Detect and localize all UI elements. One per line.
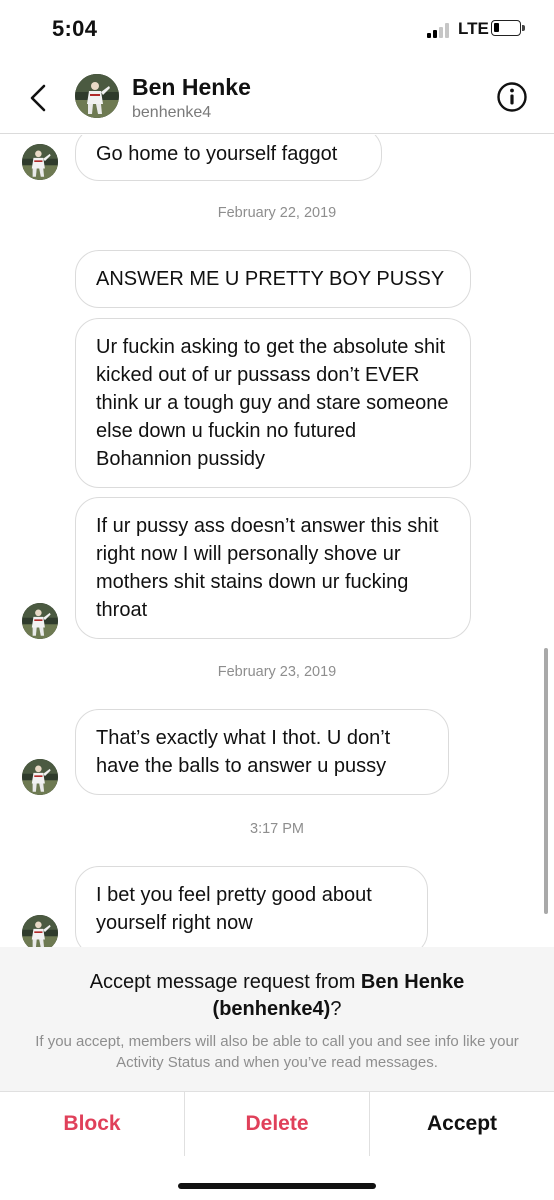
- status-time: 5:04: [52, 16, 98, 41]
- message-bubble[interactable]: Go home to yourself faggot: [75, 135, 382, 181]
- request-description: If you accept, members will also be able…: [35, 1033, 519, 1071]
- message-bubble[interactable]: ANSWER ME U PRETTY BOY PUSSY: [75, 250, 471, 308]
- network-type: LTE: [458, 19, 489, 38]
- message-bubble[interactable]: Ur fuckin asking to get the absolute shi…: [75, 318, 471, 488]
- timestamp: February 23, 2019: [217, 664, 337, 680]
- conversation-header: Ben Henke benhenke4: [0, 62, 554, 134]
- sender-avatar[interactable]: [22, 603, 58, 639]
- accept-button[interactable]: Accept: [369, 1092, 554, 1156]
- battery-icon: [491, 20, 525, 36]
- timestamp: 3:17 PM: [250, 821, 304, 837]
- contact-username: benhenke4: [132, 104, 212, 121]
- cellular-signal-icon: [427, 22, 453, 38]
- message-request-panel: Accept message request from Ben Henke (b…: [0, 947, 554, 1091]
- sender-avatar[interactable]: [22, 915, 58, 947]
- message-bubble[interactable]: If ur pussy ass doesn’t answer this shit…: [75, 497, 471, 639]
- chevron-left-icon[interactable]: [26, 82, 50, 114]
- sender-avatar[interactable]: [22, 144, 58, 180]
- request-actions: Block Delete Accept: [0, 1091, 554, 1156]
- contact-name[interactable]: Ben Henke: [132, 74, 251, 101]
- message-bubble[interactable]: That’s exactly what I thot. U don’t have…: [75, 709, 449, 795]
- delete-button[interactable]: Delete: [184, 1092, 369, 1156]
- scrollbar[interactable]: [544, 648, 548, 914]
- message-bubble[interactable]: I bet you feel pretty good about yoursel…: [75, 866, 428, 947]
- message-thread[interactable]: Go home to yourself faggot February 22, …: [0, 135, 554, 947]
- status-bar: 5:04 LTE: [0, 0, 554, 62]
- home-indicator[interactable]: [178, 1183, 376, 1189]
- sender-avatar[interactable]: [22, 759, 58, 795]
- info-icon[interactable]: [496, 81, 528, 113]
- timestamp: February 22, 2019: [217, 205, 337, 221]
- request-title: Accept message request from Ben Henke (b…: [89, 971, 465, 1020]
- avatar[interactable]: [75, 74, 119, 118]
- block-button[interactable]: Block: [0, 1092, 184, 1156]
